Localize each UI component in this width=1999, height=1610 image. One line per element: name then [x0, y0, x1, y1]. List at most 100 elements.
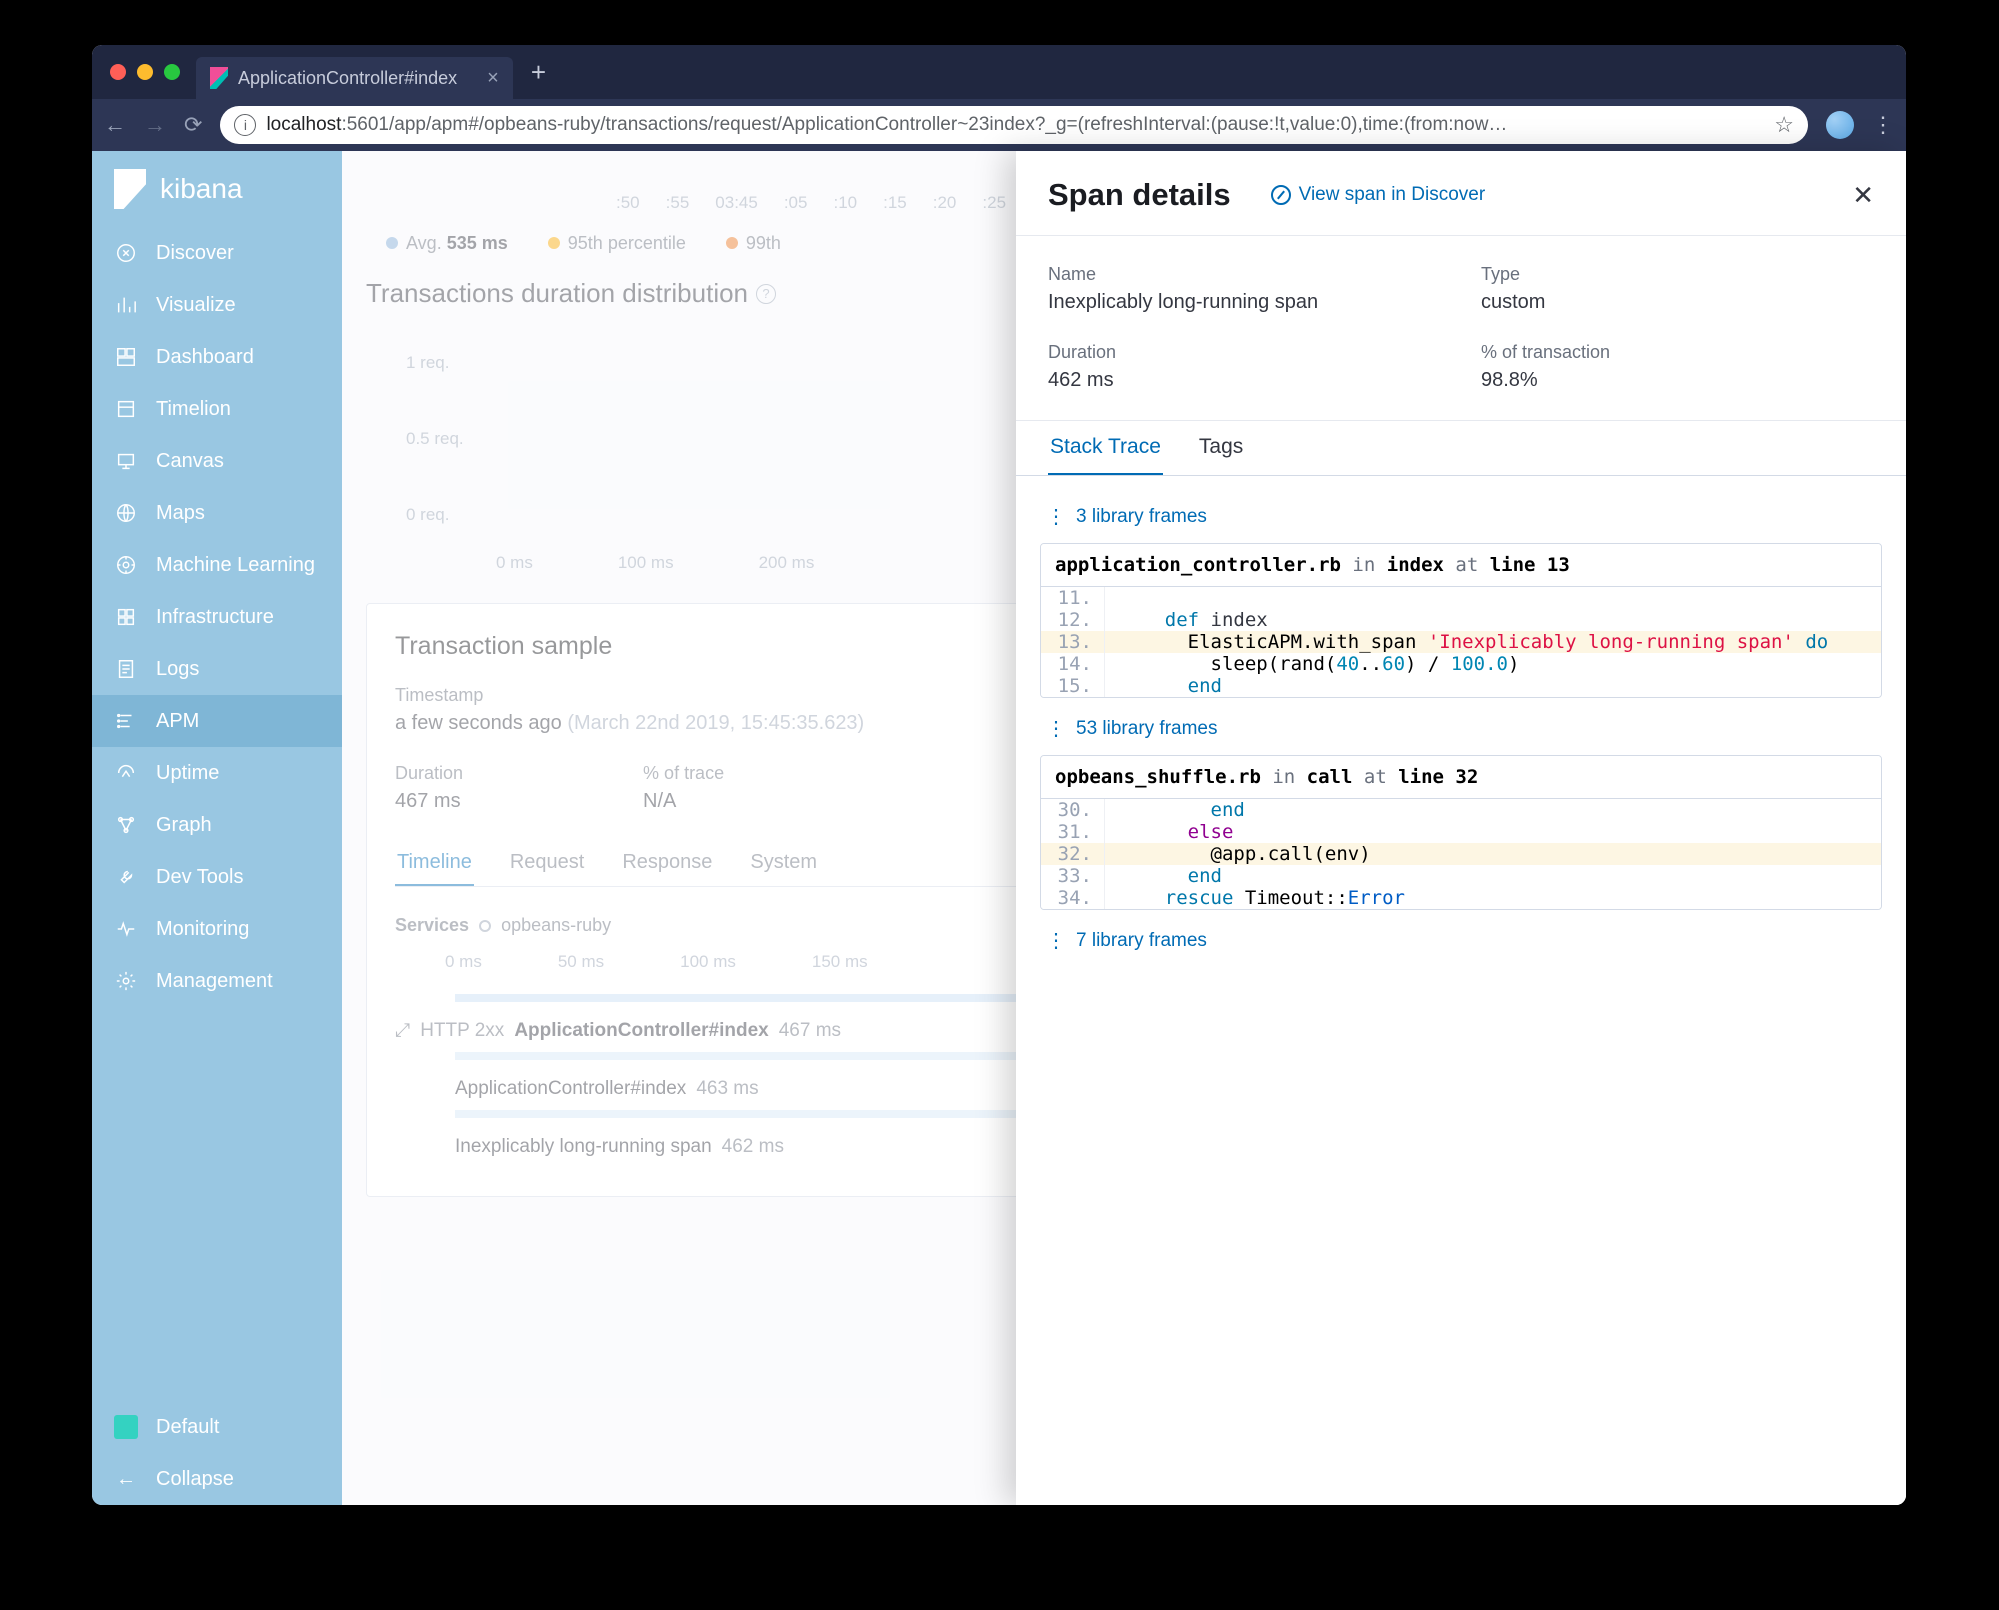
sidebar-item-apm[interactable]: APM: [92, 695, 342, 747]
span-pct-value: 98.8%: [1481, 369, 1874, 392]
bookmark-icon[interactable]: ☆: [1774, 112, 1794, 138]
sidebar-item-visualize[interactable]: Visualize: [92, 279, 342, 331]
sidebar-item-infrastructure[interactable]: Infrastructure: [92, 591, 342, 643]
flyout-tabs: Stack Trace Tags: [1016, 421, 1906, 476]
sidebar-item-label: Infrastructure: [156, 606, 274, 629]
expand-icon[interactable]: ⤢: [395, 1020, 410, 1042]
timelion-icon: [114, 397, 138, 421]
help-icon[interactable]: ?: [756, 284, 776, 304]
sidebar-item-label: Collapse: [156, 1468, 234, 1491]
sidebar-item-label: Canvas: [156, 450, 224, 473]
logs-icon: [114, 657, 138, 681]
span-details-flyout: Span details View span in Discover ✕ Nam…: [1016, 151, 1906, 1505]
code-line: 12. def index: [1041, 609, 1881, 631]
sidebar-item-label: Timelion: [156, 398, 231, 421]
span-duration-value: 462 ms: [1048, 369, 1441, 392]
sidebar-item-management[interactable]: Management: [92, 955, 342, 1007]
tab-request[interactable]: Request: [508, 841, 587, 886]
code-block: opbeans_shuffle.rb in call at line 32 30…: [1040, 755, 1882, 910]
sidebar-item-canvas[interactable]: Canvas: [92, 435, 342, 487]
tab-timeline[interactable]: Timeline: [395, 841, 474, 886]
compass-icon: [1271, 185, 1291, 205]
close-flyout-button[interactable]: ✕: [1852, 180, 1874, 211]
span-duration-label: Duration: [1048, 342, 1441, 363]
brand-label: kibana: [160, 173, 243, 205]
sidebar-item-graph[interactable]: Graph: [92, 799, 342, 851]
sidebar-item-collapse[interactable]: ← Collapse: [92, 1453, 342, 1505]
new-tab-button[interactable]: +: [531, 57, 546, 88]
library-frames-toggle[interactable]: ⋮7 library frames: [1046, 928, 1876, 953]
dashboard-icon: [114, 345, 138, 369]
sidebar-item-discover[interactable]: Discover: [92, 227, 342, 279]
sidebar-item-ml[interactable]: Machine Learning: [92, 539, 342, 591]
sidebar-item-label: Machine Learning: [156, 554, 315, 577]
compass-icon: [114, 241, 138, 265]
code-lines: 30. end31. else32. @app.call(env)33. end…: [1041, 799, 1881, 909]
sidebar-item-timelion[interactable]: Timelion: [92, 383, 342, 435]
window-controls: [110, 64, 180, 80]
span-type-label: Type: [1481, 264, 1874, 285]
code-line: 15. end: [1041, 675, 1881, 697]
sidebar-item-label: Dashboard: [156, 346, 254, 369]
browser-tab[interactable]: ApplicationController#index ×: [196, 57, 513, 99]
code-header: application_controller.rb in index at li…: [1041, 544, 1881, 587]
service-dot-icon: [479, 920, 491, 932]
tab-system[interactable]: System: [748, 841, 819, 886]
sidebar-item-label: Dev Tools: [156, 866, 243, 889]
sidebar-item-devtools[interactable]: Dev Tools: [92, 851, 342, 903]
tab-tags[interactable]: Tags: [1197, 421, 1245, 475]
code-block: application_controller.rb in index at li…: [1040, 543, 1882, 698]
code-line: 31. else: [1041, 821, 1881, 843]
graph-icon: [114, 813, 138, 837]
reload-button[interactable]: ⟳: [184, 112, 202, 138]
sidebar-items: Discover Visualize Dashboard Timelion Ca…: [92, 227, 342, 1401]
sidebar-item-label: Maps: [156, 502, 205, 525]
library-frames-toggle[interactable]: ⋮3 library frames: [1046, 504, 1876, 529]
sidebar-item-label: Management: [156, 970, 273, 993]
sidebar-item-maps[interactable]: Maps: [92, 487, 342, 539]
duration-value: 467 ms: [395, 790, 463, 813]
url-field[interactable]: i localhost:5601/app/apm#/opbeans-ruby/t…: [220, 106, 1808, 144]
browser-tab-title: ApplicationController#index: [238, 68, 457, 89]
sidebar-item-label: Discover: [156, 242, 234, 265]
sidebar-item-label: Default: [156, 1416, 219, 1439]
ml-icon: [114, 553, 138, 577]
collapse-icon: ←: [114, 1467, 138, 1491]
legend-dot-icon: [548, 237, 560, 249]
legend-dot-icon: [726, 237, 738, 249]
space-icon: [114, 1415, 138, 1439]
canvas-icon: [114, 449, 138, 473]
apm-icon: [114, 709, 138, 733]
sidebar-item-logs[interactable]: Logs: [92, 643, 342, 695]
span-name-label: Name: [1048, 264, 1441, 285]
sidebar-footer: Default ← Collapse: [92, 1401, 342, 1505]
sidebar-item-uptime[interactable]: Uptime: [92, 747, 342, 799]
span-detail-grid: Name Inexplicably long-running span Type…: [1016, 236, 1906, 420]
close-tab-icon[interactable]: ×: [487, 67, 499, 90]
minimize-window-icon[interactable]: [137, 64, 153, 80]
browser-menu-icon[interactable]: ⋮: [1872, 112, 1894, 138]
tab-stack-trace[interactable]: Stack Trace: [1048, 421, 1163, 475]
maximize-window-icon[interactable]: [164, 64, 180, 80]
library-frames-toggle[interactable]: ⋮53 library frames: [1046, 716, 1876, 741]
timestamp-value: a few seconds ago (March 22nd 2019, 15:4…: [395, 712, 864, 735]
address-bar: ← → ⟳ i localhost:5601/app/apm#/opbeans-…: [92, 99, 1906, 151]
tab-response[interactable]: Response: [620, 841, 714, 886]
infrastructure-icon: [114, 605, 138, 629]
sidebar-item-default[interactable]: Default: [92, 1401, 342, 1453]
view-in-discover-link[interactable]: View span in Discover: [1271, 184, 1486, 206]
code-line: 30. end: [1041, 799, 1881, 821]
sidebar-item-label: Uptime: [156, 762, 219, 785]
profile-avatar[interactable]: [1826, 111, 1854, 139]
kibana-favicon-icon: [210, 67, 228, 89]
sidebar-item-dashboard[interactable]: Dashboard: [92, 331, 342, 383]
vdots-icon: ⋮: [1046, 716, 1066, 741]
sidebar-item-monitoring[interactable]: Monitoring: [92, 903, 342, 955]
site-info-icon[interactable]: i: [234, 114, 256, 136]
forward-button[interactable]: →: [144, 112, 166, 138]
legend-p95: 95th percentile: [548, 233, 686, 254]
sidebar-header[interactable]: kibana: [92, 151, 342, 227]
close-window-icon[interactable]: [110, 64, 126, 80]
back-button[interactable]: ←: [104, 112, 126, 138]
kibana-logo-icon: [114, 169, 146, 209]
